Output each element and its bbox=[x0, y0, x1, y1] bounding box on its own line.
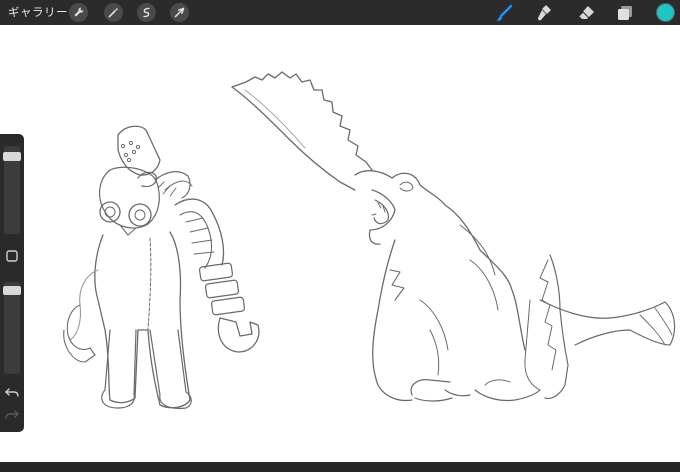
opacity-slider[interactable] bbox=[3, 282, 21, 374]
eraser-icon[interactable] bbox=[576, 3, 596, 23]
layers-icon[interactable] bbox=[615, 3, 635, 23]
brush-size-slider[interactable] bbox=[3, 146, 21, 234]
redo-icon[interactable] bbox=[4, 406, 20, 422]
brush-icon[interactable] bbox=[495, 3, 515, 23]
transform-arrow-icon[interactable] bbox=[170, 3, 189, 22]
gallery-button[interactable]: ギャラリー bbox=[8, 4, 68, 21]
color-swatch[interactable] bbox=[656, 3, 675, 22]
drawing-canvas[interactable] bbox=[0, 25, 680, 462]
undo-icon[interactable] bbox=[4, 384, 20, 400]
selection-icon[interactable] bbox=[137, 3, 156, 22]
opacity-thumb[interactable] bbox=[3, 286, 21, 295]
left-sidebar bbox=[0, 134, 24, 432]
top-toolbar: ギャラリー bbox=[0, 0, 680, 25]
magic-wand-icon[interactable] bbox=[104, 3, 123, 22]
sketch-artwork bbox=[63, 71, 676, 410]
bottom-bar bbox=[0, 462, 680, 472]
wrench-icon[interactable] bbox=[69, 3, 88, 22]
brush-size-thumb[interactable] bbox=[3, 152, 21, 161]
smudge-icon[interactable] bbox=[535, 3, 555, 23]
square-modify-icon[interactable] bbox=[4, 248, 20, 264]
